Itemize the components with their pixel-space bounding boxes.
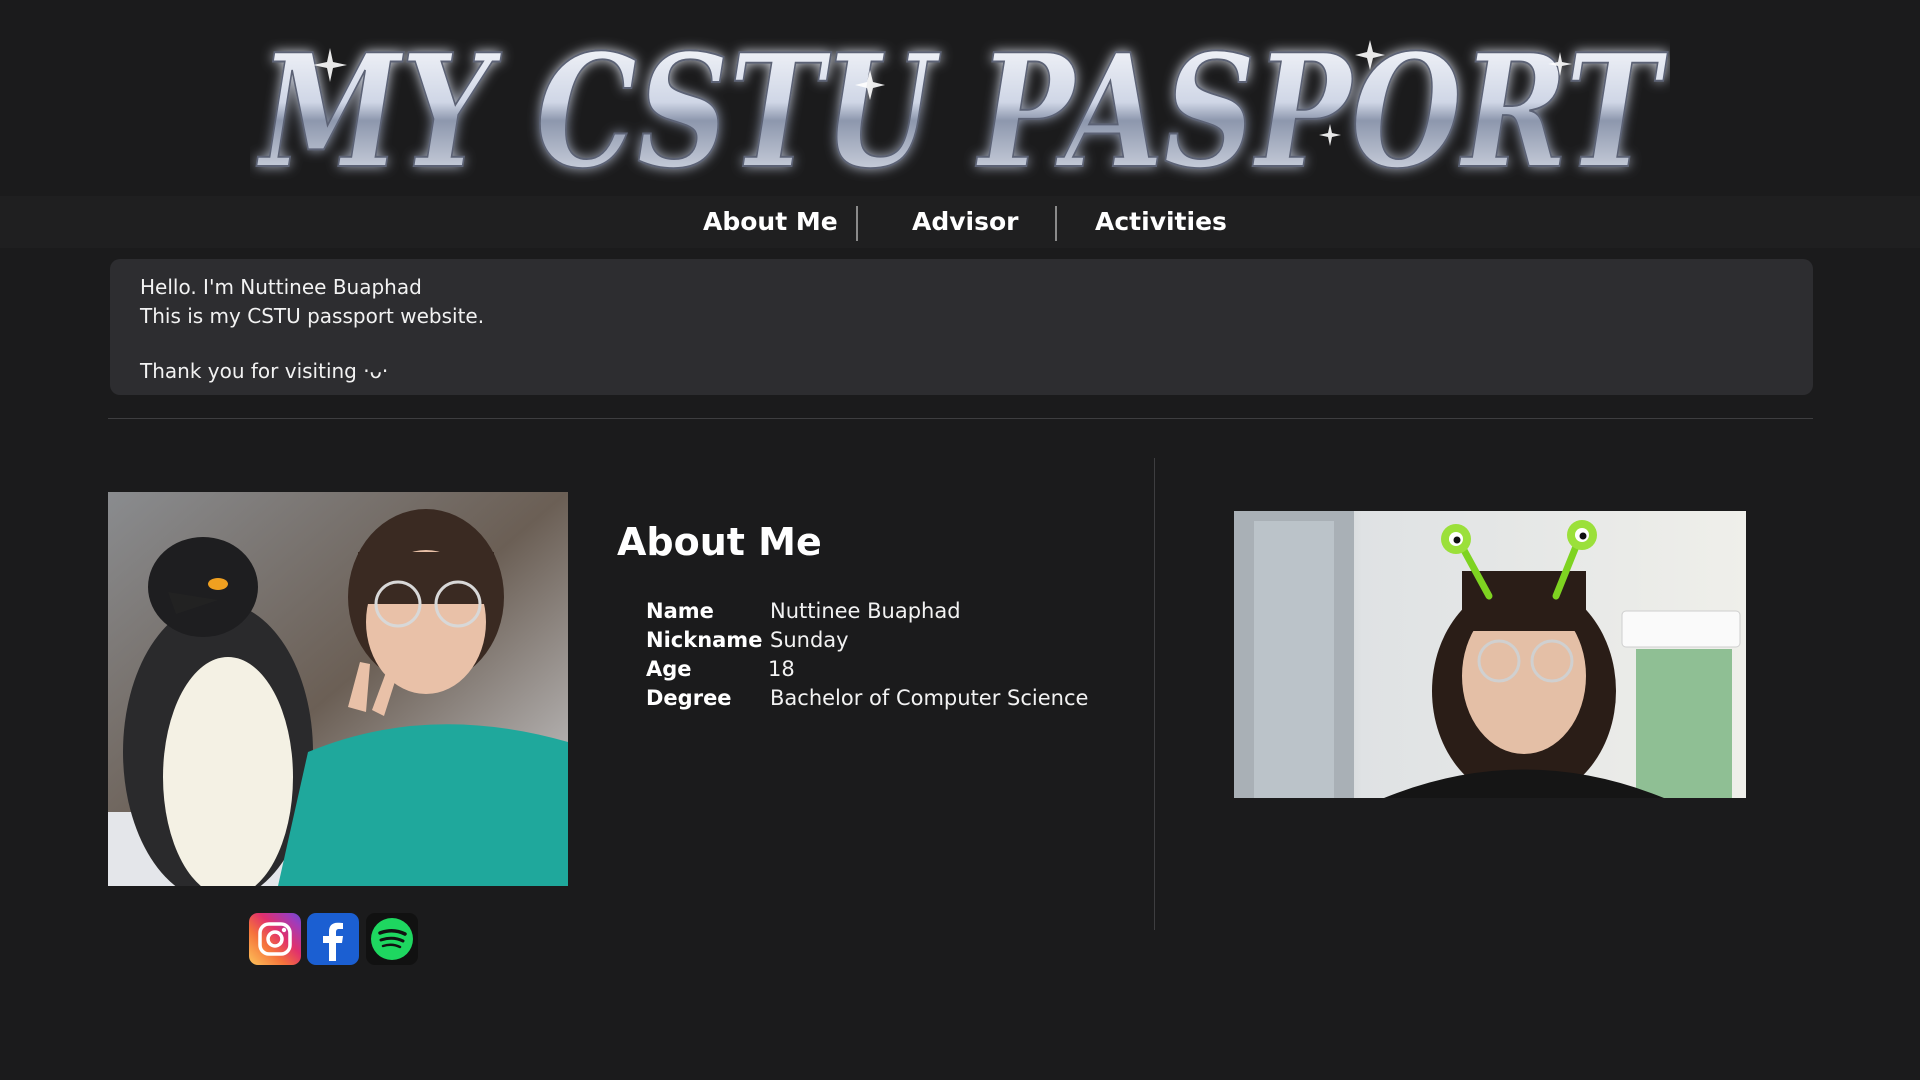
- spotify-icon[interactable]: [366, 913, 418, 965]
- intro-box: Hello. I'm Nuttinee Buaphad This is my C…: [110, 259, 1813, 395]
- info-label: Age: [646, 657, 692, 681]
- nav-advisor[interactable]: Advisor: [912, 196, 1019, 248]
- info-value: Bachelor of Computer Science: [770, 686, 1089, 710]
- intro-greeting: Hello. I'm Nuttinee Buaphad: [140, 275, 422, 299]
- info-label: Name: [646, 599, 714, 623]
- nav-separator: [856, 206, 858, 241]
- info-value: Sunday: [770, 628, 849, 652]
- info-label: Degree: [646, 686, 732, 710]
- nav-about-me[interactable]: About Me: [703, 196, 838, 248]
- profile-photo: [108, 492, 568, 886]
- logo-text: MY CSTU PASPORT: [256, 20, 1668, 188]
- about-me-heading: About Me: [617, 520, 822, 564]
- site-logo: MY CSTU PASPORT: [250, 18, 1670, 188]
- secondary-photo: [1234, 511, 1746, 798]
- info-value: 18: [768, 657, 795, 681]
- section-divider: [108, 418, 1813, 419]
- intro-description: This is my CSTU passport website.: [140, 304, 485, 328]
- info-value: Nuttinee Buaphad: [770, 599, 961, 623]
- instagram-icon[interactable]: [249, 913, 301, 965]
- nav-activities[interactable]: Activities: [1095, 196, 1227, 248]
- vertical-divider: [1154, 458, 1155, 930]
- top-navigation: About Me Advisor Activities: [0, 196, 1920, 248]
- intro-thanks: Thank you for visiting ·ᴗ·: [140, 359, 389, 383]
- info-label: Nickname: [646, 628, 763, 652]
- site-header: MY CSTU PASPORT: [0, 0, 1920, 196]
- facebook-icon[interactable]: [307, 913, 359, 965]
- nav-separator: [1055, 206, 1057, 241]
